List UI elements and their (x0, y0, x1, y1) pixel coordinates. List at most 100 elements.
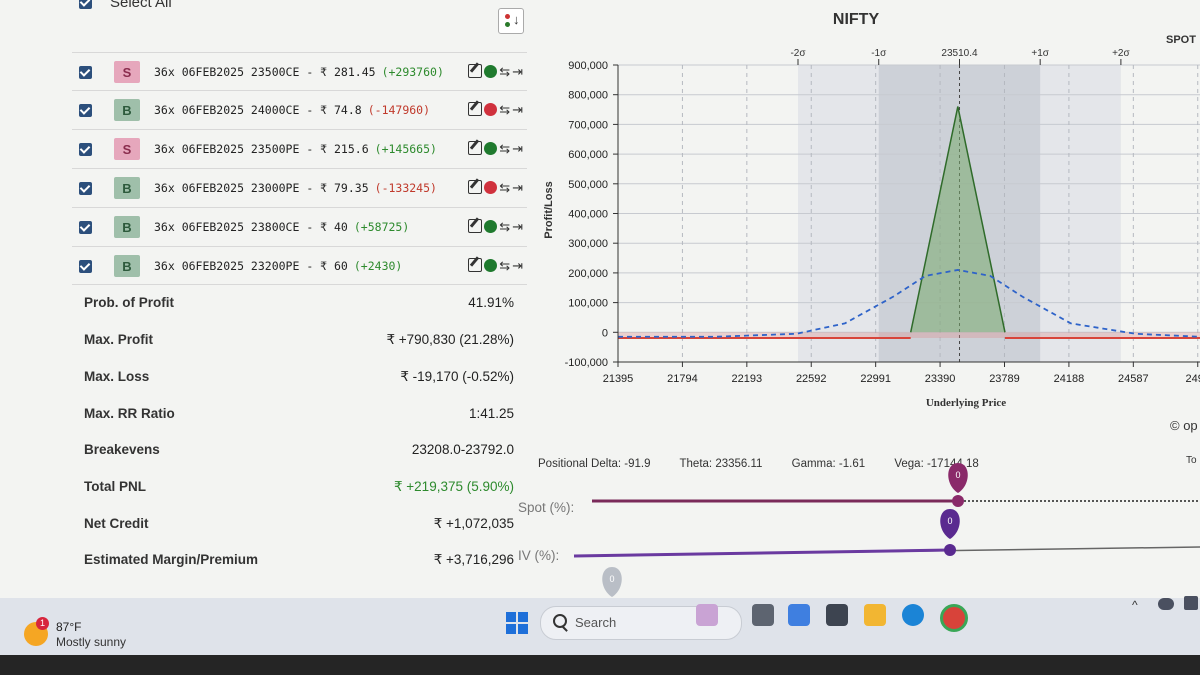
leg-pnl: (+145665) (374, 142, 437, 156)
exit-icon[interactable]: ⇥ (512, 103, 523, 116)
weather-badge: 1 (36, 617, 49, 630)
select-all-checkbox[interactable] (79, 0, 92, 9)
y-tick-label: 500,000 (568, 179, 608, 191)
exit-icon[interactable]: ⇥ (512, 65, 523, 78)
leg-row[interactable]: S 36x 06FEB2025 23500CE - ₹ 281.45 (+29376… (72, 52, 527, 91)
status-toggle-icon[interactable] (484, 141, 498, 155)
y-tick-label: 0 (602, 327, 608, 339)
leg-description: 36x 06FEB2025 23000PE - ₹ 79.35 (154, 181, 369, 195)
spot-label: SPOT (1166, 34, 1196, 46)
status-toggle-icon[interactable] (484, 102, 498, 116)
edit-icon[interactable] (468, 180, 483, 194)
app-screen: Select All ↓ S 36x 06FEB2025 23500CE - ₹ … (0, 0, 1200, 612)
x-tick-label: 22991 (860, 373, 891, 385)
sigma-label: -2σ (790, 48, 806, 59)
windows-start-icon[interactable] (506, 612, 528, 634)
search-icon (553, 614, 567, 628)
exit-icon[interactable]: ⇥ (512, 259, 523, 272)
x-tick-label: 24188 (1054, 373, 1085, 385)
stat-value: 1:41.25 (468, 406, 514, 421)
green-dot-icon (505, 22, 510, 27)
swap-icon[interactable]: ⇆ (499, 259, 510, 272)
swap-icon[interactable]: ⇆ (499, 142, 510, 155)
x-tick-label: 21395 (603, 373, 634, 385)
exit-icon[interactable]: ⇥ (512, 220, 523, 233)
widget-icon[interactable] (696, 604, 718, 626)
leg-actions: ⇆ ⇥ (468, 64, 523, 78)
status-toggle-icon[interactable] (484, 180, 498, 194)
iv-value: 0 (947, 516, 952, 526)
x-tick-label: 22592 (796, 373, 827, 385)
edit-icon[interactable] (468, 219, 483, 233)
exit-icon[interactable]: ⇥ (512, 142, 523, 155)
y-tick-label: 900,000 (568, 60, 608, 72)
leg-description: 36x 06FEB2025 23200PE - ₹ 60 (154, 259, 348, 273)
volume-icon[interactable] (1184, 596, 1198, 610)
side-badge: B (114, 255, 140, 277)
copilot-icon[interactable] (788, 604, 810, 626)
leg-checkbox[interactable] (79, 220, 92, 234)
legs-divider (72, 284, 527, 285)
status-toggle-icon[interactable] (484, 64, 498, 78)
network-icon[interactable] (1158, 598, 1174, 610)
sigma-label: 23510.4 (941, 48, 978, 59)
search-placeholder: Search (575, 615, 617, 630)
status-toggle-icon[interactable] (484, 219, 498, 233)
chart-title: NIFTY (833, 11, 880, 28)
swap-icon[interactable]: ⇆ (499, 103, 510, 116)
leg-row[interactable]: B 36x 06FEB2025 23200PE - ₹ 60 (+2430) ⇆ ⇥ (72, 246, 527, 285)
red-dot-icon (505, 14, 510, 19)
temperature: 87°F (56, 620, 82, 634)
y-tick-label: 800,000 (568, 90, 608, 102)
leg-checkbox[interactable] (79, 65, 92, 79)
leg-description: 36x 06FEB2025 23500PE - ₹ 215.6 (154, 142, 369, 156)
iv-slider-fill (573, 548, 951, 558)
swap-icon[interactable]: ⇆ (499, 181, 510, 194)
leg-checkbox[interactable] (79, 103, 92, 117)
leg-checkbox[interactable] (79, 142, 92, 156)
chrome-icon[interactable] (940, 604, 968, 632)
sliders-svg: 0 0 0 (573, 463, 1200, 597)
leg-pnl: (+2430) (353, 259, 403, 273)
laptop-bezel (0, 655, 1200, 675)
edit-icon[interactable] (468, 258, 483, 272)
task-view-icon[interactable] (752, 604, 774, 626)
leg-pnl: (-133245) (374, 181, 437, 195)
leg-description: 36x 06FEB2025 23800CE - ₹ 40 (154, 220, 348, 234)
leg-checkbox[interactable] (79, 259, 92, 273)
leg-row[interactable]: B 36x 06FEB2025 24000CE - ₹ 74.8 (-147960)… (72, 90, 527, 129)
swap-icon[interactable]: ⇆ (499, 220, 510, 233)
exit-icon[interactable]: ⇥ (512, 181, 523, 194)
leg-checkbox[interactable] (79, 181, 92, 195)
side-badge: S (114, 61, 140, 83)
x-tick-label: 23789 (989, 373, 1020, 385)
stat-row: Max. RR Ratio 1:41.25 (84, 406, 524, 428)
spot-value: 0 (955, 470, 960, 480)
swap-icon[interactable]: ⇆ (499, 65, 510, 78)
sort-arrow-icon: ↓ (513, 12, 520, 27)
edit-icon[interactable] (468, 64, 483, 78)
file-explorer-icon[interactable] (864, 604, 886, 626)
leg-description: 36x 06FEB2025 24000CE - ₹ 74.8 (154, 103, 362, 117)
leg-row[interactable]: S 36x 06FEB2025 23500PE - ₹ 215.6 (+145665… (72, 129, 527, 168)
chevron-up-icon[interactable]: ^ (1132, 598, 1144, 612)
select-all-row[interactable]: Select All (72, 0, 532, 20)
leg-row[interactable]: B 36x 06FEB2025 23000PE - ₹ 79.35 (-133245… (72, 168, 527, 207)
spot-slider-handle[interactable] (952, 495, 964, 507)
stat-row: Prob. of Profit 41.91% (84, 295, 524, 317)
store-icon[interactable] (826, 604, 848, 626)
status-toggle-icon[interactable] (484, 258, 498, 272)
iv-slider-handle[interactable] (944, 544, 956, 556)
y-tick-label: 300,000 (568, 238, 608, 250)
edge-icon[interactable] (902, 604, 924, 626)
leg-row[interactable]: B 36x 06FEB2025 23800CE - ₹ 40 (+58725) ⇆ ⇥ (72, 207, 527, 246)
edit-icon[interactable] (468, 141, 483, 155)
stat-label: Prob. of Profit (84, 295, 174, 310)
third-value: 0 (609, 574, 614, 584)
leg-pnl: (-147960) (367, 103, 431, 117)
edit-icon[interactable] (468, 102, 483, 116)
side-badge: B (114, 177, 140, 199)
y-tick-label: 200,000 (568, 268, 608, 280)
sort-button[interactable]: ↓ (498, 8, 524, 34)
leg-actions: ⇆ ⇥ (468, 258, 523, 272)
